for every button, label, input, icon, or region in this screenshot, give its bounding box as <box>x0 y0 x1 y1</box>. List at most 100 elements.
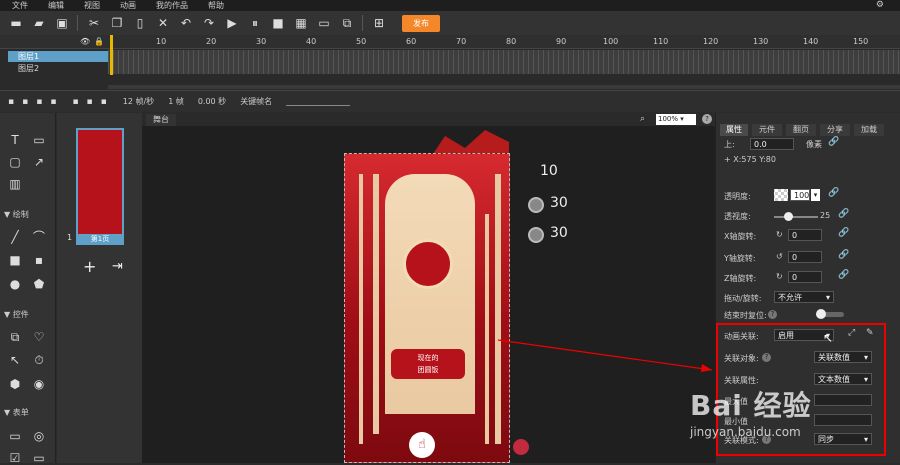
delete-icon[interactable]: ✕ <box>155 15 171 31</box>
layer-row-1[interactable]: 图层1 <box>8 51 108 62</box>
keyframe-name-input[interactable] <box>286 105 351 106</box>
heart-widget-icon[interactable]: ♡ <box>32 330 46 344</box>
cube-widget-icon[interactable]: ⬢ <box>8 377 22 391</box>
add-page-icon[interactable]: + <box>83 257 96 276</box>
trash-icon[interactable]: ▪ <box>50 97 56 107</box>
timeline-footer: ▪ ▪ ▪ ▪ ▪ ▪ ▪ 12 帧/秒 1 帧 0.00 秒 关键帧名 <box>0 90 900 112</box>
undo-icon[interactable]: ↶ <box>178 15 194 31</box>
timeline-scrollbar[interactable] <box>108 85 900 89</box>
tab-symbols[interactable]: 元件 <box>752 124 782 136</box>
link-icon[interactable]: 🔗 <box>828 137 839 147</box>
save-icon[interactable]: ▣ <box>54 15 70 31</box>
ruler-tick: 40 <box>306 37 317 46</box>
barcode-tool-icon[interactable]: ▥ <box>8 177 22 191</box>
qr-code-icon[interactable]: ▦ <box>293 15 309 31</box>
paste-icon[interactable]: ▯ <box>132 15 148 31</box>
chart-tool-icon[interactable]: ↗ <box>32 155 46 169</box>
menu-animation[interactable]: 动画 <box>120 0 136 11</box>
input-form-icon[interactable]: ▭ <box>8 429 22 443</box>
copy-icon[interactable]: ❐ <box>109 15 125 31</box>
layer-settings-icon[interactable]: ▪ <box>36 97 42 107</box>
help-icon[interactable]: ? <box>768 310 777 319</box>
blur-slider[interactable] <box>774 216 818 218</box>
preview-screen-icon[interactable]: ▭ <box>316 15 332 31</box>
frame-remove-icon[interactable]: ▪ <box>87 97 93 107</box>
page-thumbnail[interactable] <box>76 128 124 243</box>
reset-toggle-knob[interactable] <box>816 309 826 319</box>
drag-select[interactable]: 不允许 ▾ <box>774 291 834 303</box>
new-file-icon[interactable]: ▬ <box>8 15 24 31</box>
pause-icon[interactable]: ⏸ <box>247 15 263 31</box>
top-input[interactable]: 0.0 <box>750 138 794 150</box>
tab-pageflip[interactable]: 翻页 <box>786 124 816 136</box>
text-tool-icon[interactable]: T <box>8 133 22 147</box>
menu-edit[interactable]: 编辑 <box>48 0 64 11</box>
stage-tab[interactable]: 舞台 <box>146 114 176 126</box>
link-icon[interactable]: 🔗 <box>838 270 849 280</box>
tab-share[interactable]: 分享 <box>820 124 850 136</box>
opacity-swatch[interactable] <box>774 189 788 201</box>
link-icon[interactable]: 🔗 <box>838 228 849 238</box>
video-tool-icon[interactable]: ▢ <box>8 155 22 169</box>
music-badge-icon[interactable] <box>513 439 529 455</box>
timeline-frames[interactable] <box>108 50 900 74</box>
rect-tool-icon[interactable]: ■ <box>8 253 22 267</box>
timer-number: 30 <box>550 195 568 211</box>
gear-icon[interactable]: ⚙ <box>876 0 884 10</box>
link-icon[interactable]: 🔗 <box>838 209 849 219</box>
polygon-tool-icon[interactable]: ⬟ <box>32 277 46 291</box>
layer-row-2[interactable]: 图层2 <box>8 63 108 74</box>
blur-value: 25 <box>820 211 831 220</box>
redo-icon[interactable]: ↷ <box>201 15 217 31</box>
line-tool-icon[interactable]: ╱ <box>8 230 22 244</box>
blur-slider-handle[interactable] <box>784 212 793 221</box>
drag-label: 拖动/旋转: <box>724 294 762 303</box>
cut-icon[interactable]: ✂ <box>86 15 102 31</box>
lock-icon[interactable]: 🔒 <box>94 37 104 46</box>
xrot-input[interactable]: 0 <box>788 229 822 241</box>
link-icon[interactable]: 🔗 <box>838 250 849 260</box>
pointer-widget-icon[interactable]: ↖ <box>8 353 22 367</box>
menu-file[interactable]: 文件 <box>12 0 28 11</box>
tab-properties[interactable]: 属性 <box>720 124 748 136</box>
link-icon[interactable]: 🔗 <box>828 188 839 198</box>
menu-view[interactable]: 视图 <box>84 0 100 11</box>
help-icon[interactable]: ? <box>702 114 712 124</box>
timer-widget-icon[interactable]: ⏱ <box>32 353 46 367</box>
zoom-select[interactable]: 100% ▾ <box>656 114 696 125</box>
tab-loading[interactable]: 加载 <box>854 124 884 136</box>
curve-tool-icon[interactable]: ⌒ <box>32 230 46 244</box>
stop-icon[interactable]: ■ <box>270 15 286 31</box>
play-icon[interactable]: ▶ <box>224 15 240 31</box>
search-icon[interactable]: ⌕ <box>640 114 645 124</box>
export-icon[interactable]: ⊞ <box>371 15 387 31</box>
globe-widget-icon[interactable]: ◉ <box>32 377 46 391</box>
keyframe-icon[interactable]: ▪ <box>101 97 107 107</box>
drag-select-value: 不允许 <box>778 293 802 302</box>
menu-my-works[interactable]: 我的作品 <box>156 0 188 11</box>
publish-button[interactable]: 发布 <box>402 14 440 32</box>
playhead[interactable] <box>110 35 113 75</box>
rounded-rect-tool-icon[interactable]: ▪ <box>32 253 46 267</box>
menu-help[interactable]: 帮助 <box>208 0 224 11</box>
yrot-input[interactable]: 0 <box>788 251 822 263</box>
share-icon[interactable]: ⧉ <box>339 15 355 31</box>
radio-form-icon[interactable]: ◎ <box>32 429 46 443</box>
open-folder-icon[interactable]: ▰ <box>31 15 47 31</box>
pages-panel: 1 第1页 + ⇥ <box>57 113 142 463</box>
poster-clock <box>403 239 453 289</box>
puzzle-widget-icon[interactable]: ⧉ <box>8 330 22 344</box>
circle-tool-icon[interactable]: ● <box>8 277 22 291</box>
image-tool-icon[interactable]: ▭ <box>32 133 46 147</box>
add-folder-icon[interactable]: ▪ <box>22 97 28 107</box>
blur-label: 透视度: <box>724 212 751 221</box>
import-page-icon[interactable]: ⇥ <box>112 259 123 274</box>
timeline-header: 👁 🔒 <box>0 35 108 49</box>
add-layer-icon[interactable]: ▪ <box>8 97 14 107</box>
opacity-dropdown-icon[interactable]: ▾ <box>811 189 820 201</box>
eye-icon[interactable]: 👁 <box>80 37 90 46</box>
timeline-ruler: 10 20 30 40 50 60 70 80 90 100 110 120 1… <box>108 35 900 49</box>
opacity-input[interactable]: 100 <box>790 189 810 201</box>
frame-insert-icon[interactable]: ▪ <box>72 97 78 107</box>
zrot-input[interactable]: 0 <box>788 271 822 283</box>
